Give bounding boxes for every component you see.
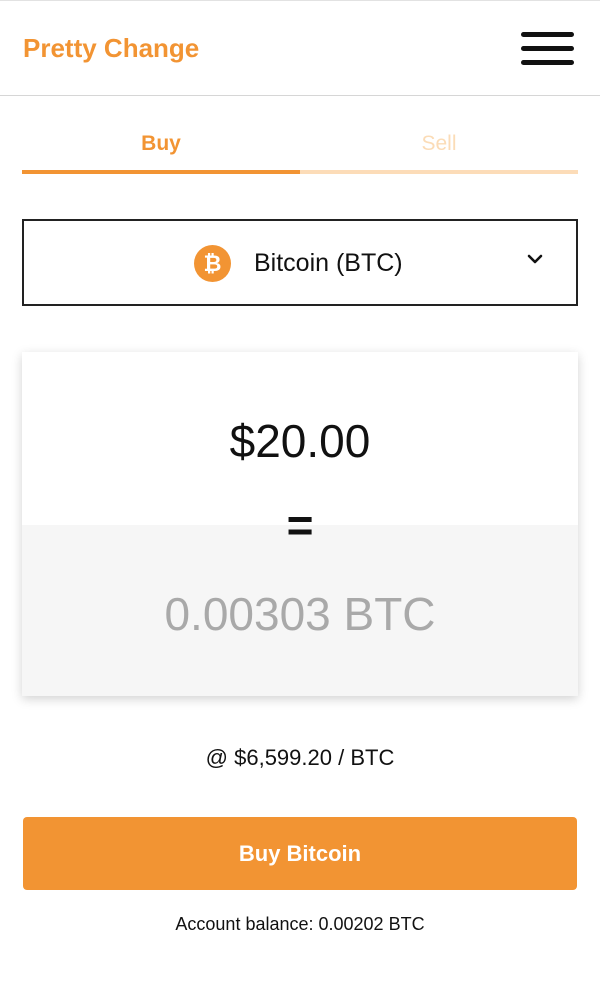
tab-buy-indicator (22, 170, 300, 174)
hamburger-menu-icon[interactable] (521, 32, 574, 66)
currency-select-label: Bitcoin (BTC) (254, 249, 403, 277)
usd-amount-input[interactable]: $20.00 (22, 414, 578, 468)
tab-buy-label: Buy (141, 132, 181, 155)
buy-bitcoin-button[interactable]: Buy Bitcoin (23, 817, 577, 890)
bitcoin-icon: ₿ (194, 245, 231, 282)
tab-sell-label: Sell (421, 132, 457, 155)
tab-sell-indicator (300, 170, 578, 174)
equals-sign: = (286, 499, 314, 551)
tab-sell[interactable]: Sell (300, 122, 578, 174)
currency-select[interactable]: ₿ Bitcoin (BTC) (22, 219, 578, 306)
buy-sell-tabs: Buy Sell (22, 122, 578, 174)
brand-title[interactable]: Pretty Change (23, 33, 199, 64)
app-header: Pretty Change (0, 0, 600, 96)
chevron-down-icon (527, 254, 543, 264)
exchange-rate: @ $6,599.20 / BTC (205, 745, 395, 770)
tab-buy[interactable]: Buy (22, 122, 300, 174)
conversion-card: $20.00 = 0.00303 BTC (22, 352, 578, 696)
account-balance: Account balance: 0.00202 BTC (175, 914, 425, 934)
btc-amount: 0.00303 BTC (164, 588, 436, 640)
